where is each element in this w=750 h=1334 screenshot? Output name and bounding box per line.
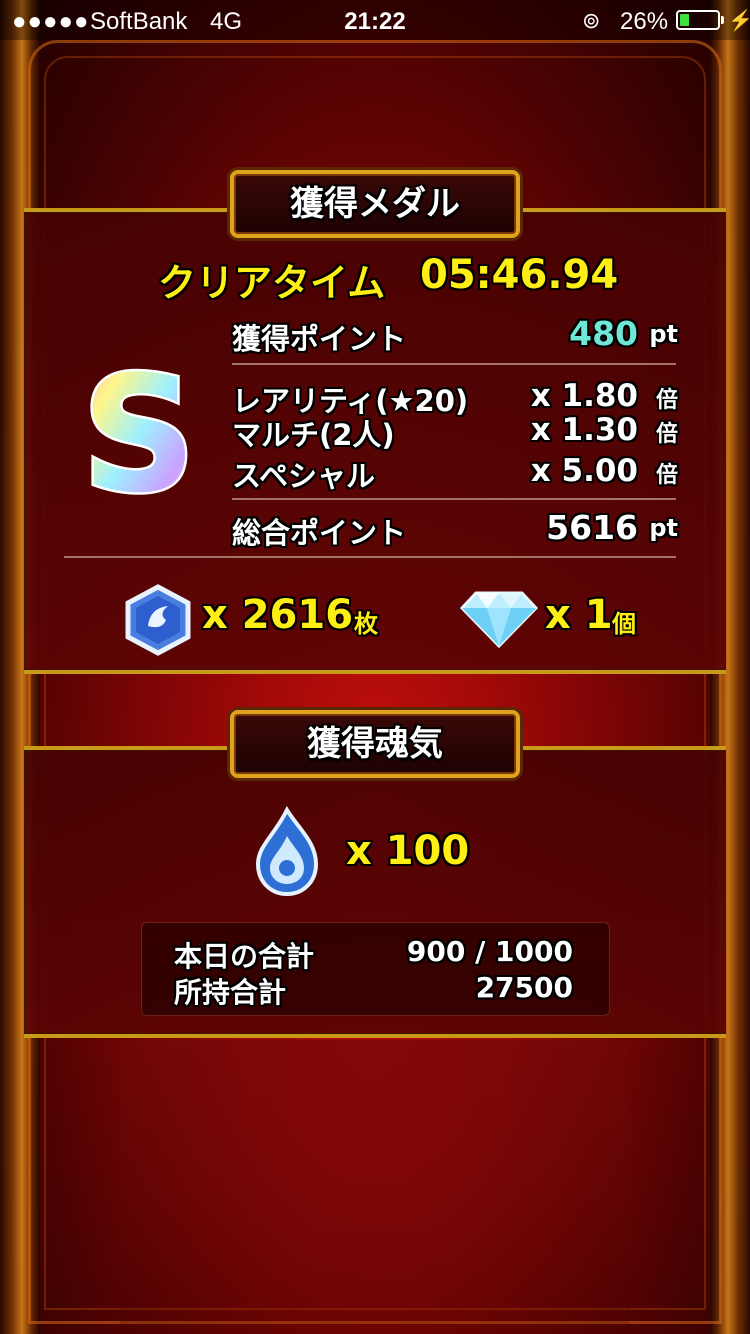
- rank-s-icon: S: [80, 358, 198, 508]
- divider-points: [232, 363, 676, 365]
- soul-summary-box: 本日の合計 900 / 1000 所持合計 27500: [141, 922, 610, 1016]
- multiplier-unit: 倍: [655, 388, 678, 413]
- owned-total-row: 所持合計 27500: [174, 971, 573, 1011]
- divider-multipliers: [232, 498, 676, 500]
- multiplier-value: x 5.00: [530, 453, 638, 489]
- soul-panel-title: 獲得魂気: [230, 710, 520, 778]
- clear-time-label: クリアタイム: [158, 261, 386, 305]
- medal-reward-unit: 枚: [354, 610, 378, 638]
- battery-tip: [721, 16, 724, 24]
- multiplier-label: マルチ(2人): [232, 418, 395, 452]
- soul-reward-amount: x 100: [346, 828, 470, 874]
- earned-points-value: 480: [569, 314, 638, 353]
- owned-total-label: 所持合計: [174, 976, 287, 1009]
- battery-fill: [680, 14, 690, 26]
- multiplier-value: x 1.80: [530, 378, 638, 414]
- orb-reward-unit: 個: [612, 610, 636, 638]
- multiplier-unit: 倍: [655, 422, 678, 447]
- today-total-value: 900 / 1000: [406, 935, 573, 968]
- earned-points-label: 獲得ポイント: [232, 322, 407, 356]
- today-total-label: 本日の合計: [174, 940, 315, 973]
- total-points-value: 5616: [546, 508, 638, 547]
- today-total-row: 本日の合計 900 / 1000: [174, 935, 573, 975]
- medal-icon: [125, 584, 191, 656]
- battery-percent: 26%: [620, 8, 669, 35]
- status-bar: ●●●●● SoftBank 4G 21:22 ⊚ 26% ⚡: [0, 0, 750, 40]
- multiplier-label: スペシャル: [232, 459, 375, 493]
- orb-reward-amount: x 1: [545, 592, 613, 638]
- medal-panel-title: 獲得メダル: [230, 170, 520, 238]
- orb-gem-icon: [460, 591, 538, 648]
- multiplier-unit: 倍: [655, 463, 678, 488]
- charging-bolt-icon: ⚡: [728, 10, 750, 32]
- clear-time-value: 05:46.94: [420, 252, 619, 298]
- multiplier-value: x 1.30: [530, 412, 638, 448]
- total-points-unit: pt: [649, 514, 678, 542]
- rotation-lock-icon: ⊚: [582, 8, 601, 33]
- earned-points-unit: pt: [649, 320, 678, 348]
- rank-letter: S: [81, 358, 196, 508]
- battery-icon: [676, 10, 720, 30]
- soul-flame-icon: [255, 806, 319, 897]
- background-panel-lower: [120, 1040, 630, 1334]
- divider-total: [64, 556, 676, 558]
- owned-total-value: 27500: [475, 971, 573, 1004]
- total-points-label: 総合ポイント: [232, 516, 407, 550]
- medal-reward-amount: x 2616: [202, 592, 354, 638]
